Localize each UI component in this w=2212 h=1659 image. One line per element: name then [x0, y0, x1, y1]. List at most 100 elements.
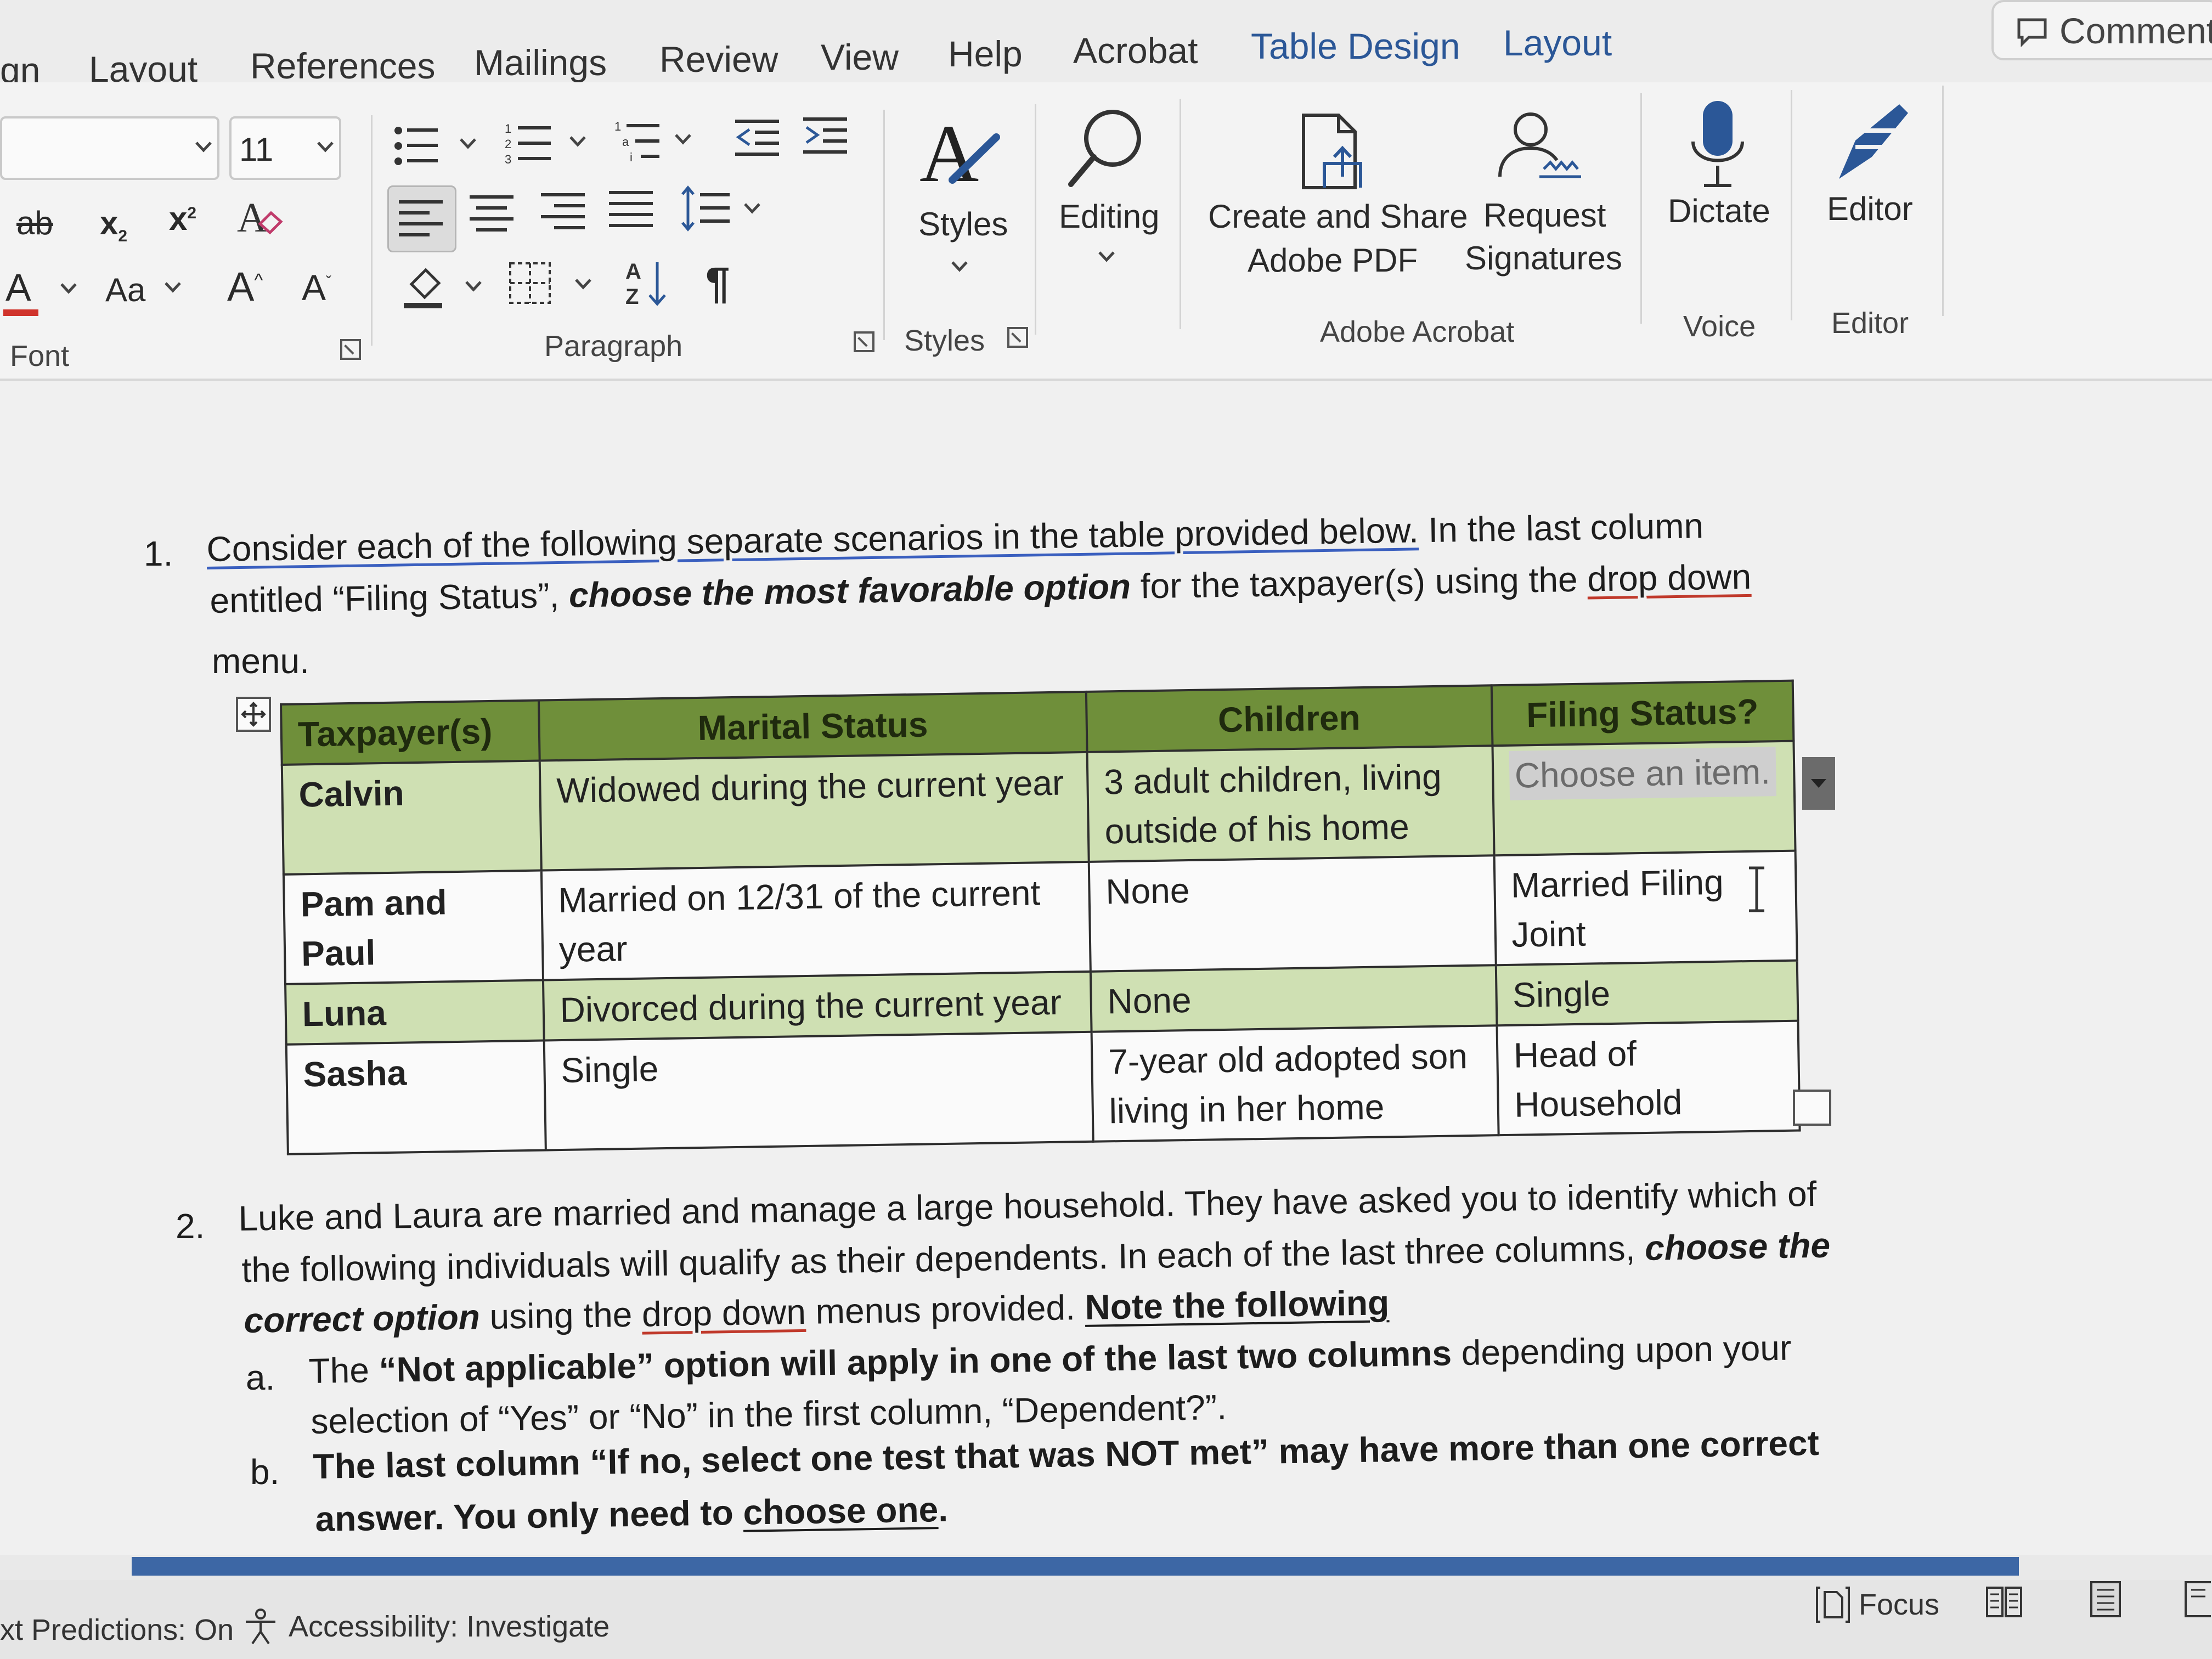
q2-note-heading: Note the following [1084, 1283, 1390, 1327]
read-mode-icon[interactable] [1985, 1583, 2023, 1620]
tab-help[interactable]: Help [948, 33, 1023, 75]
chevron-down-icon[interactable] [568, 135, 587, 148]
create-pdf-icon[interactable] [1295, 111, 1372, 193]
numbering-icon[interactable]: 1 2 3 [505, 121, 554, 168]
styles-dialog-launcher-icon[interactable] [1007, 327, 1028, 348]
accessibility-icon[interactable] [241, 1607, 280, 1646]
create-share-pdf-line1[interactable]: Create and Share [1208, 198, 1468, 235]
q2-number: 2. [176, 1206, 205, 1246]
chevron-down-icon[interactable] [574, 278, 592, 291]
q1-line2-a: entitled “Filing Status”, [210, 575, 569, 620]
clear-formatting-icon[interactable]: A [235, 194, 284, 241]
search-icon[interactable] [1064, 104, 1147, 192]
dictate-button-label[interactable]: Dictate [1668, 192, 1770, 230]
styles-button-label[interactable]: Styles [918, 205, 1008, 243]
q2-a-line1-c: depending upon your [1451, 1328, 1792, 1373]
tab-view[interactable]: View [821, 36, 899, 78]
text-predictions-status[interactable]: xt Predictions: On [0, 1613, 234, 1647]
status-bar: xt Predictions: On Accessibility: Invest… [0, 1580, 2212, 1659]
styles-icon[interactable]: A [919, 115, 1007, 192]
tab-review[interactable]: Review [659, 38, 778, 80]
font-size-combo[interactable]: 11 [229, 116, 341, 180]
tab-table-layout[interactable]: Layout [1503, 22, 1612, 64]
tab-acrobat[interactable]: Acrobat [1073, 30, 1198, 71]
font-size-value: 11 [239, 131, 274, 168]
q1-line1-tail: In the last column [1418, 506, 1704, 550]
align-left-button[interactable] [387, 185, 456, 252]
ribbon-separator [371, 115, 373, 346]
table-move-handle[interactable] [236, 697, 271, 732]
paragraph-group-label: Paragraph [544, 330, 683, 363]
q2-b-line2-underlined: choose one [742, 1489, 939, 1532]
print-layout-icon[interactable] [2089, 1580, 2122, 1618]
grow-font-button[interactable]: A^ [227, 263, 263, 310]
subscript-button[interactable]: x2 [100, 204, 127, 246]
chevron-down-icon[interactable] [674, 133, 692, 146]
dropdown-arrow-icon[interactable] [1802, 757, 1835, 810]
show-formatting-marks-icon[interactable]: ¶ [706, 258, 730, 308]
microphone-icon[interactable] [1688, 98, 1748, 191]
request-signatures-icon[interactable] [1492, 108, 1585, 190]
svg-text:Z: Z [625, 285, 639, 309]
table-row: Sasha Single 7-year old adopted son livi… [286, 1020, 1800, 1154]
comments-button[interactable]: Comments [1991, 0, 2212, 60]
align-right-icon[interactable] [541, 190, 587, 234]
change-case-button[interactable]: Aa [105, 271, 145, 309]
filing-status-cell[interactable]: Choose an item. [1492, 741, 1796, 856]
align-left-icon [399, 200, 443, 236]
q1-line2-c: for the taxpayer(s) using the [1130, 559, 1588, 606]
request-signatures-line2[interactable]: Signatures [1465, 239, 1622, 277]
tab-references[interactable]: References [250, 45, 436, 87]
chevron-down-icon [195, 142, 212, 153]
q2-a-line1-a: The [308, 1350, 380, 1391]
chevron-down-icon[interactable] [59, 282, 78, 295]
paragraph-dialog-launcher-icon[interactable] [854, 331, 874, 352]
filing-status-cell[interactable]: Single [1496, 960, 1798, 1026]
chevron-down-icon [165, 282, 181, 293]
line-spacing-icon[interactable] [680, 184, 733, 234]
editor-button-label[interactable]: Editor [1827, 190, 1913, 228]
tab-mailings[interactable]: Mailings [474, 42, 607, 83]
tab-table-design[interactable]: Table Design [1251, 25, 1460, 67]
web-layout-icon[interactable] [2183, 1580, 2211, 1618]
editor-pen-icon[interactable] [1828, 97, 1916, 184]
request-signatures-line1[interactable]: Request [1483, 196, 1606, 234]
styles-group-label: Styles [904, 324, 985, 357]
marital-cell: Married on 12/31 of the current year [541, 861, 1091, 980]
editing-button-label[interactable]: Editing [1059, 198, 1159, 235]
superscript-button[interactable]: x2 [169, 200, 196, 238]
chevron-down-icon[interactable] [464, 280, 483, 293]
focus-icon[interactable] [1815, 1585, 1851, 1624]
increase-indent-icon[interactable] [803, 114, 853, 158]
decrease-indent-icon[interactable] [735, 116, 785, 160]
font-color-button[interactable]: A [5, 266, 31, 309]
q2-b-letter: b. [250, 1452, 280, 1492]
sort-icon[interactable]: A Z [623, 257, 673, 309]
svg-text:2: 2 [505, 137, 511, 151]
chevron-down-icon[interactable] [743, 202, 761, 215]
taxpayer-cell: Calvin [281, 760, 541, 874]
create-share-pdf-line2[interactable]: Adobe PDF [1248, 241, 1418, 279]
shrink-font-button[interactable]: Aˇ [302, 267, 331, 308]
shading-icon[interactable] [400, 262, 450, 312]
strikethrough-button[interactable]: ab [16, 204, 53, 242]
header-children: Children [1086, 685, 1493, 752]
marital-cell: Widowed during the current year [539, 752, 1089, 871]
accessibility-status[interactable]: Accessibility: Investigate [289, 1610, 610, 1644]
chevron-down-icon[interactable] [459, 137, 477, 150]
text-cursor-icon [1749, 866, 1764, 912]
q1-line3: menu. [212, 641, 309, 681]
table-resize-handle[interactable] [1793, 1090, 1831, 1126]
filing-status-cell[interactable]: Head of Household [1497, 1020, 1800, 1136]
filing-status-dropdown[interactable]: Choose an item. [1509, 747, 1776, 800]
bullets-icon[interactable] [393, 123, 442, 170]
page-edge-bar [132, 1557, 2019, 1576]
font-dialog-launcher-icon[interactable] [340, 339, 361, 360]
focus-button-label[interactable]: Focus [1859, 1588, 1939, 1622]
align-center-icon[interactable] [470, 192, 516, 236]
borders-icon[interactable] [508, 261, 554, 307]
q1-line2-dropdown: drop down [1587, 556, 1752, 599]
multilevel-list-icon[interactable]: 1 a i [614, 119, 664, 166]
justify-icon[interactable] [609, 188, 655, 232]
font-name-combo[interactable] [0, 116, 219, 180]
